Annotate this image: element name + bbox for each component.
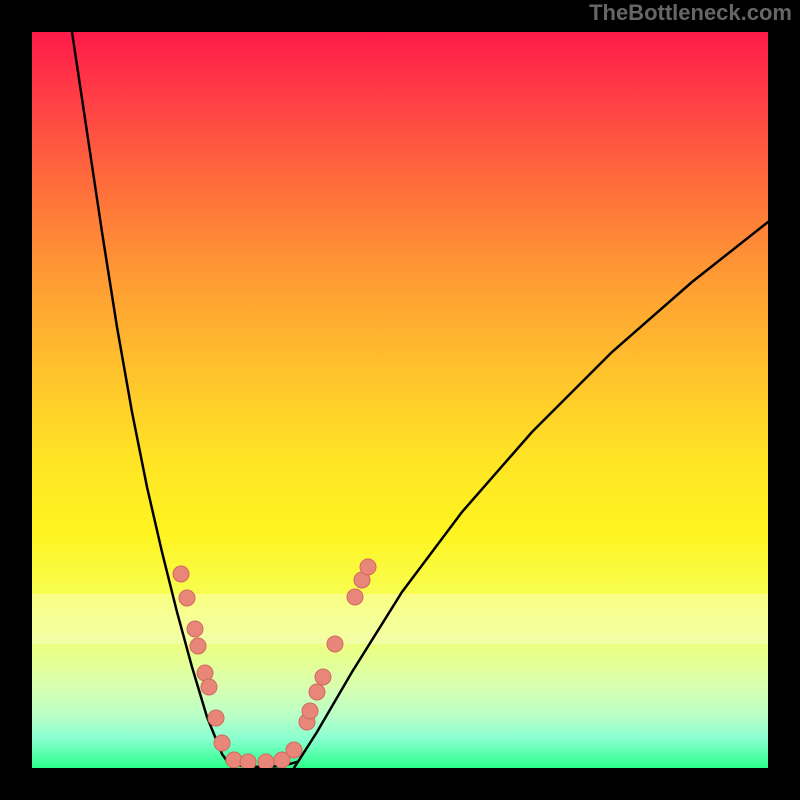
data-dot xyxy=(286,742,302,758)
bottleneck-left-branch xyxy=(72,32,232,768)
data-dot xyxy=(302,703,318,719)
data-dot xyxy=(197,665,213,681)
data-dot xyxy=(173,566,189,582)
data-dot xyxy=(187,621,203,637)
data-dot xyxy=(208,710,224,726)
data-dot xyxy=(327,636,343,652)
data-dot xyxy=(315,669,331,685)
data-dot xyxy=(190,638,206,654)
data-dot xyxy=(214,735,230,751)
data-dot xyxy=(179,590,195,606)
data-dot xyxy=(258,754,274,768)
data-dot xyxy=(226,752,242,768)
data-dot xyxy=(347,589,363,605)
data-dot xyxy=(309,684,325,700)
data-dot xyxy=(360,559,376,575)
chart-frame: TheBottleneck.com xyxy=(0,0,800,800)
data-dot xyxy=(240,754,256,768)
plot-area xyxy=(32,32,768,768)
data-dot xyxy=(201,679,217,695)
watermark-text: TheBottleneck.com xyxy=(589,0,792,26)
bottleneck-right-branch xyxy=(294,222,768,768)
dot-group xyxy=(173,559,376,768)
curve-layer xyxy=(32,32,768,768)
